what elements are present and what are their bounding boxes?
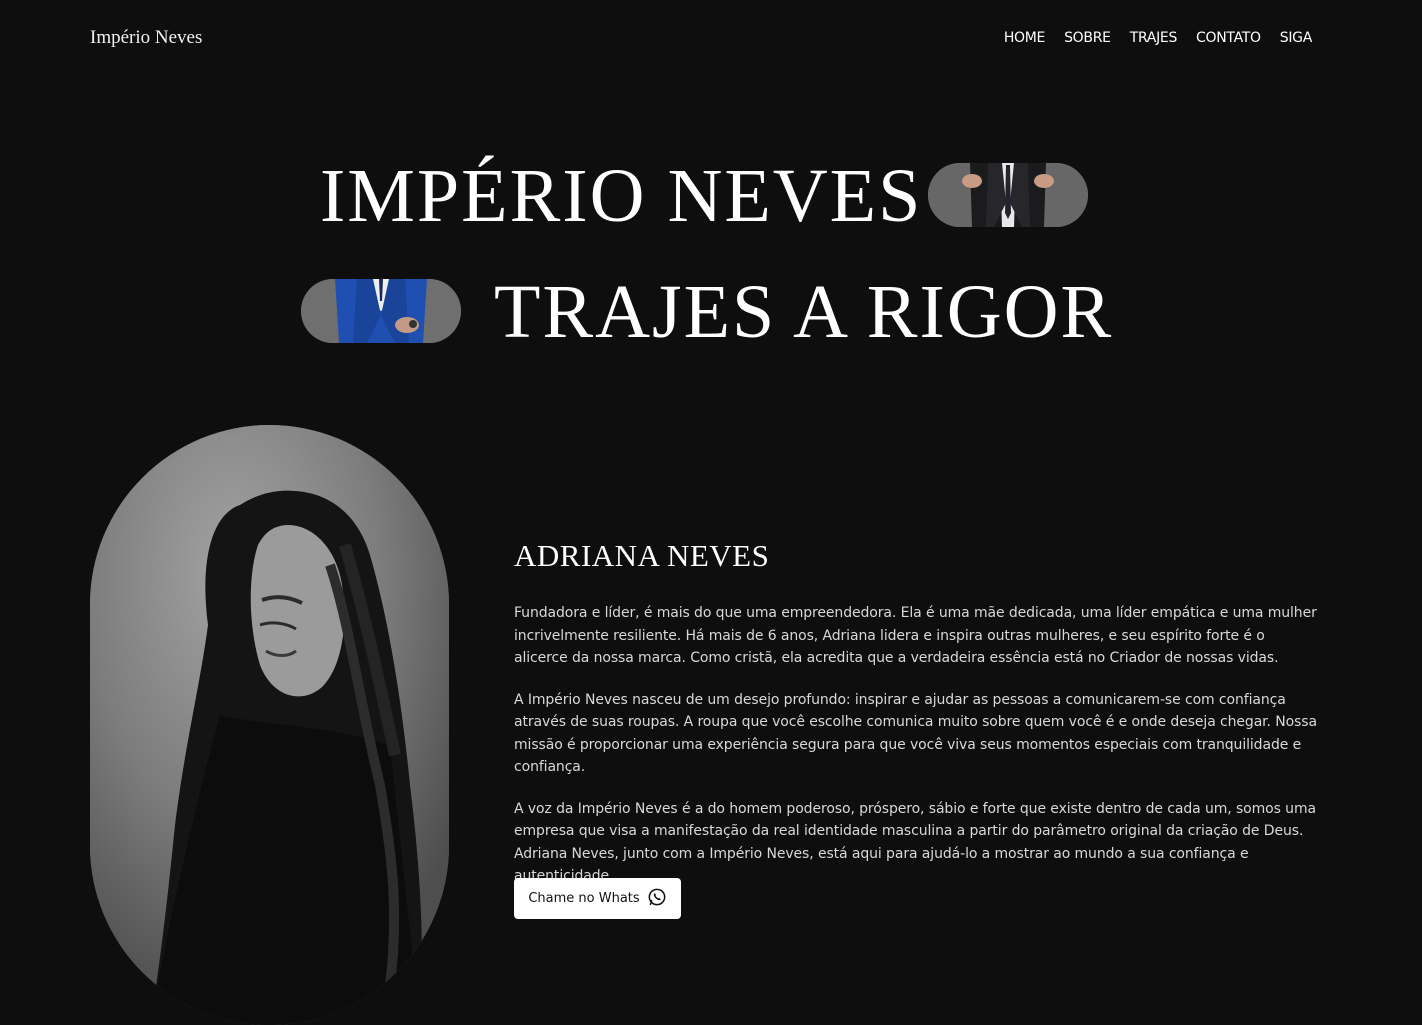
cta-label: Chame no Whats xyxy=(528,891,640,906)
hero-title-line-1: IMPÉRIO NEVES xyxy=(320,154,923,238)
whatsapp-cta-button[interactable]: Chame no Whats xyxy=(514,878,681,919)
nav-siga-link[interactable]: SIGA xyxy=(1280,30,1313,46)
nav-home-link[interactable]: HOME xyxy=(1004,30,1046,46)
about-title: ADRIANA NEVES xyxy=(514,538,770,573)
main-nav: HOME SOBRE TRAJES CONTATO SIGA xyxy=(1004,30,1312,46)
nav-trajes-link[interactable]: TRAJES xyxy=(1130,30,1178,46)
about-paragraph-2: A Império Neves nasceu de um desejo prof… xyxy=(514,691,1317,776)
hero-suit-photo-blue xyxy=(301,279,461,343)
about-section: ADRIANA NEVES Fundadora e líder, é mais … xyxy=(514,538,1319,907)
hero-title-line-2: TRAJES A RIGOR xyxy=(494,270,1114,354)
brand-logo[interactable]: Império Neves xyxy=(90,27,202,49)
whatsapp-icon xyxy=(647,887,667,911)
nav-sobre-link[interactable]: SOBRE xyxy=(1064,30,1111,46)
nav-contato-link[interactable]: CONTATO xyxy=(1196,30,1261,46)
about-paragraph-1: Fundadora e líder, é mais do que uma emp… xyxy=(514,605,1317,666)
hero-suit-photo-dark xyxy=(928,163,1088,227)
founder-portrait-photo xyxy=(90,425,449,1025)
about-paragraph-3: A voz da Império Neves é a do homem pode… xyxy=(514,800,1316,885)
top-navigation-bar: Império Neves HOME SOBRE TRAJES CONTATO … xyxy=(0,0,1422,80)
